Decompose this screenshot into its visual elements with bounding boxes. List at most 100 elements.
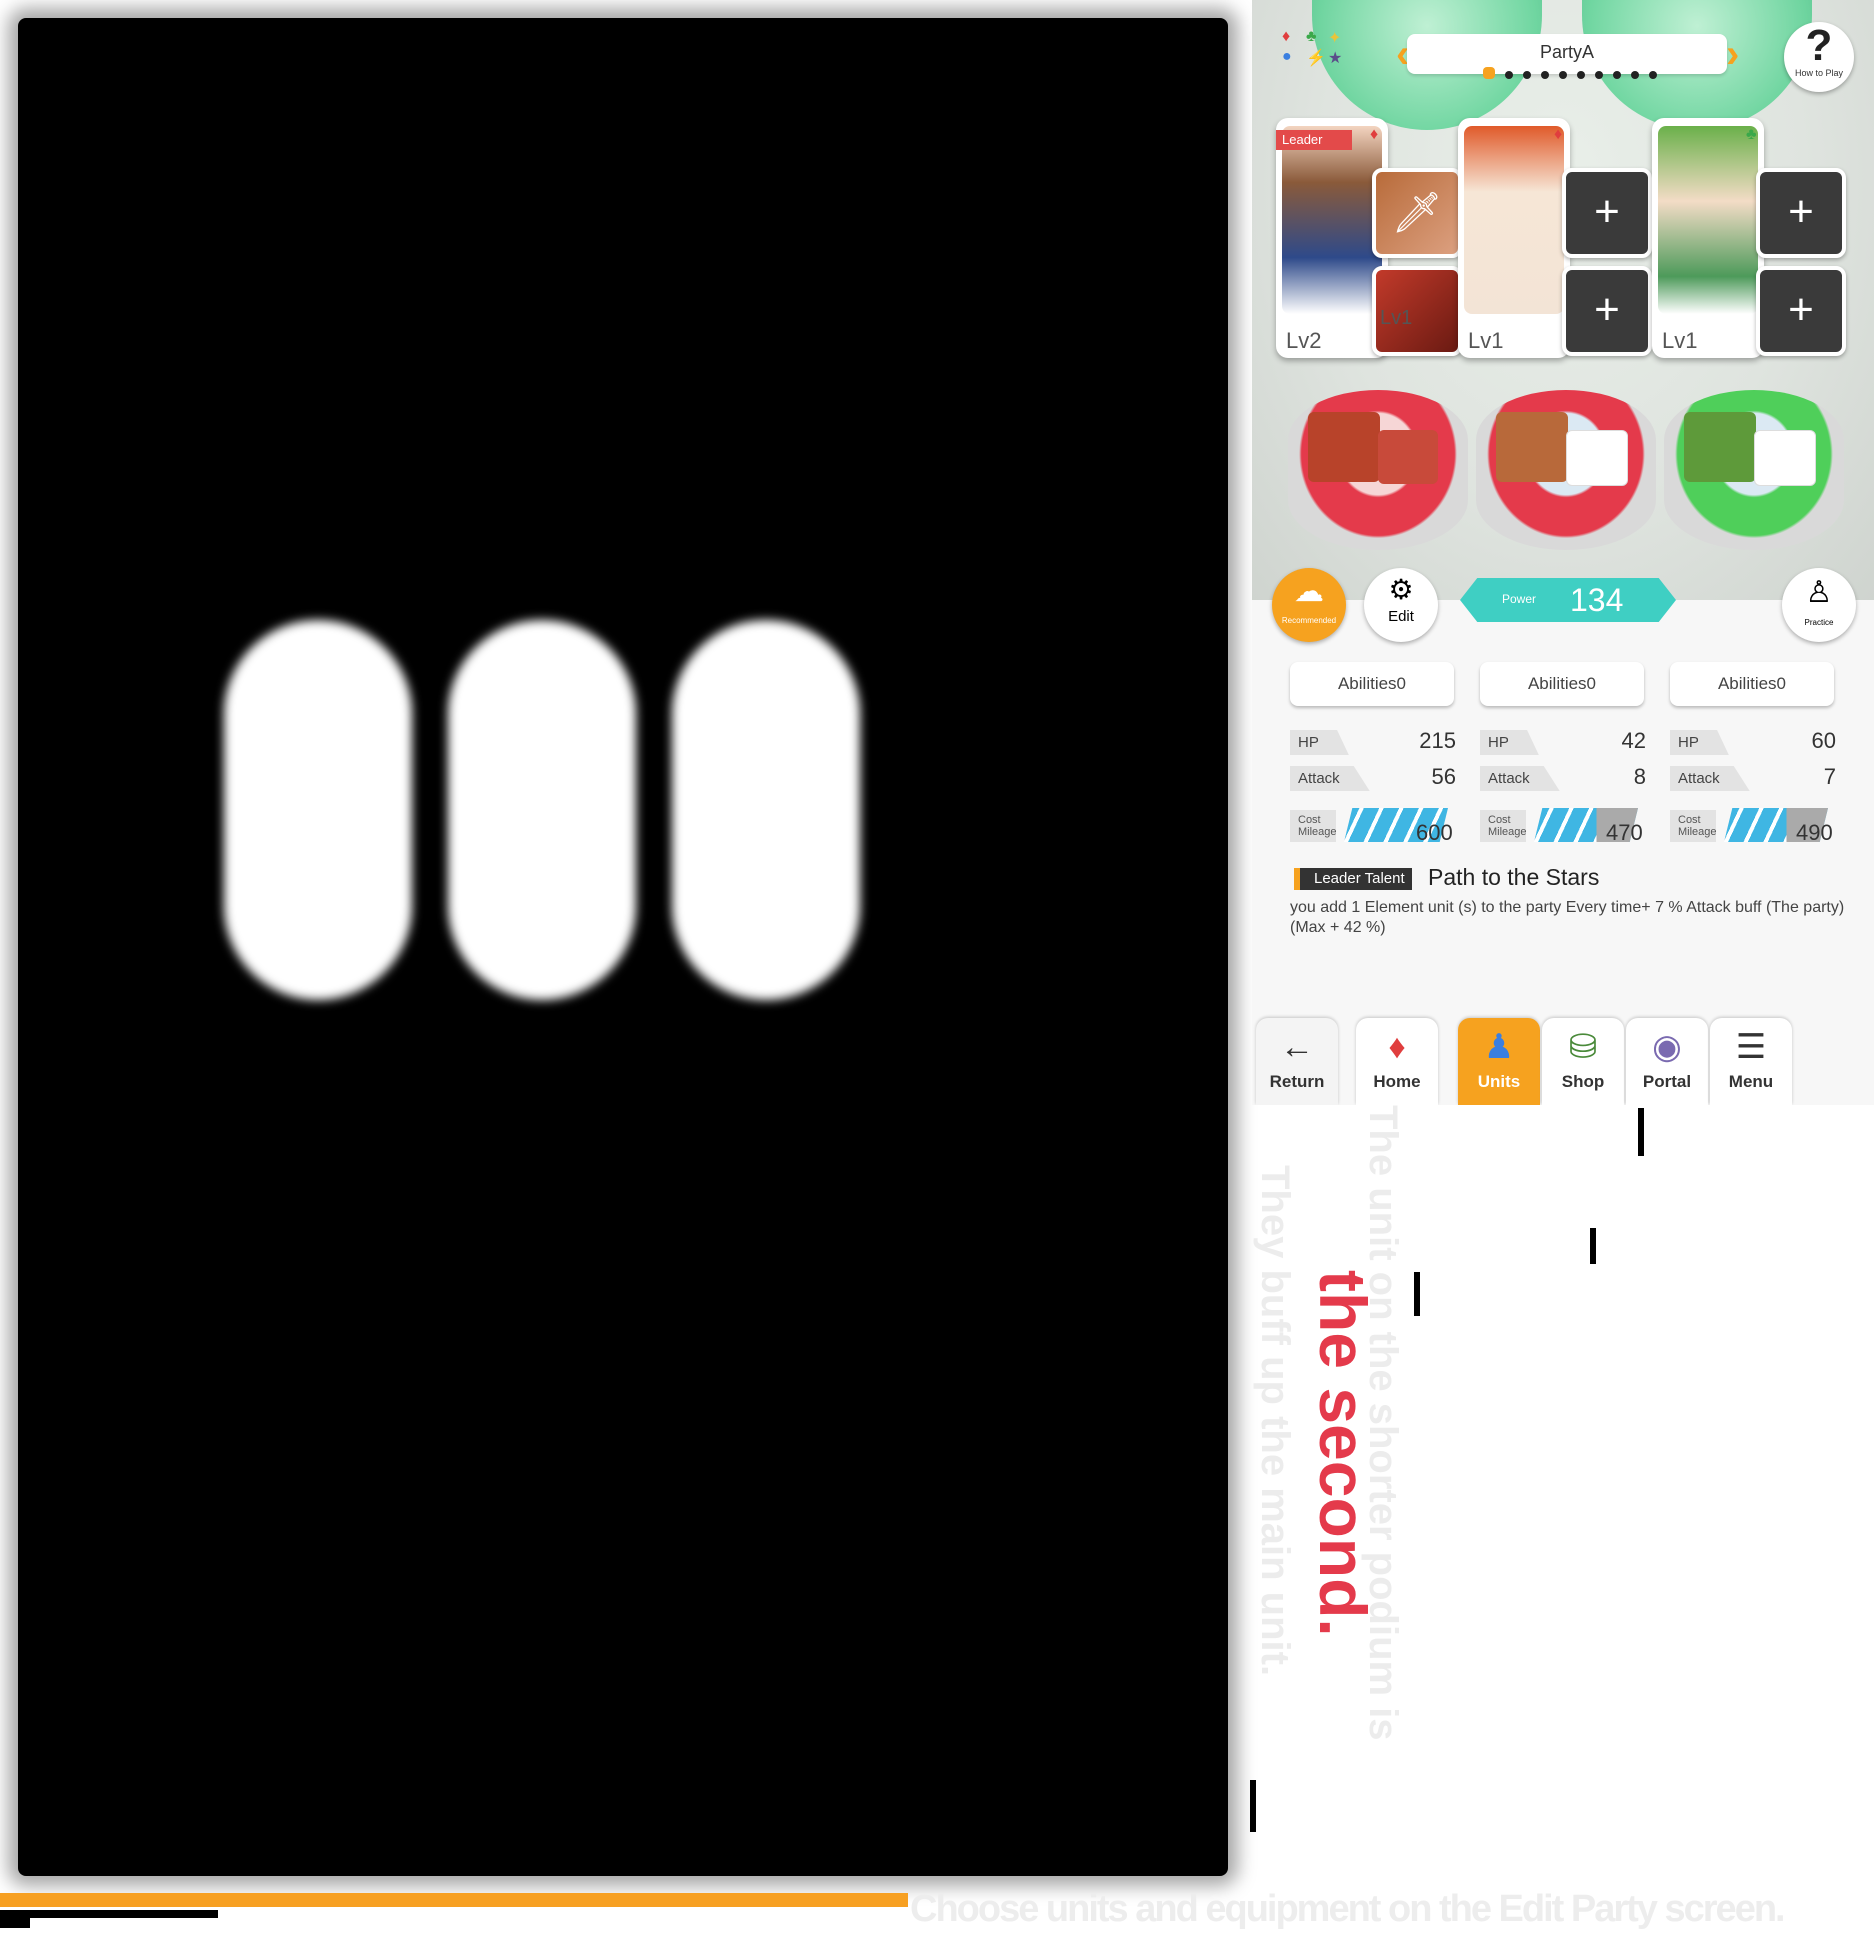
cost-value: 470 bbox=[1606, 820, 1643, 845]
add-support-unit-button[interactable]: + bbox=[1562, 266, 1652, 356]
game-screen: ♦ ♣ ✦ ● ⚡ ★ ‹ PartyA › ? How to Play Lv2… bbox=[1252, 0, 1874, 1105]
page-dot[interactable] bbox=[1613, 71, 1621, 79]
leader-talent-description: you add 1 Element unit (s) to the party … bbox=[1290, 899, 1845, 936]
page-dot[interactable] bbox=[1577, 71, 1585, 79]
leaf-element-icon: ♣ bbox=[1306, 28, 1317, 45]
power-value: 134 bbox=[1570, 582, 1624, 618]
add-equipment-button[interactable]: + bbox=[1756, 168, 1846, 258]
unit-portrait bbox=[1282, 126, 1382, 314]
video-player[interactable] bbox=[18, 18, 1228, 1876]
progress-bar-shadow bbox=[0, 1910, 218, 1918]
next-party-button[interactable]: › bbox=[1726, 34, 1739, 74]
nav-shop[interactable]: ⛁ Shop bbox=[1542, 1018, 1624, 1105]
podium-main bbox=[1684, 412, 1756, 482]
podium-2[interactable] bbox=[1476, 390, 1656, 550]
nav-label: Portal bbox=[1642, 1072, 1692, 1091]
podium-1[interactable] bbox=[1288, 390, 1468, 550]
dark-element-icon: ★ bbox=[1328, 50, 1343, 67]
bottom-navigation: ← Return ♦ Home ♟ Units ⛁ Shop ◉ Portal … bbox=[1252, 1018, 1874, 1105]
hp-label: HP bbox=[1480, 730, 1539, 755]
unit-card-3[interactable]: Lv1 bbox=[1652, 118, 1764, 358]
podium-second bbox=[1566, 430, 1628, 486]
cost-mileage-label: Cost Mileage bbox=[1670, 810, 1717, 842]
power-display: Power 134 bbox=[1460, 578, 1676, 622]
loading-pill-2 bbox=[448, 620, 636, 1000]
podium-3[interactable] bbox=[1664, 390, 1844, 550]
fire-element-icon: ♦ bbox=[1554, 126, 1563, 143]
support-unit-level: Lv1 bbox=[1380, 307, 1413, 329]
nav-label: Shop bbox=[1561, 1072, 1605, 1091]
nav-menu[interactable]: ☰ Menu bbox=[1710, 1018, 1792, 1105]
party-name: PartyA bbox=[1539, 42, 1595, 62]
loading-pill-3 bbox=[672, 620, 860, 1000]
leaf-element-icon: ♣ bbox=[1746, 126, 1757, 143]
leader-badge: Leader bbox=[1276, 130, 1352, 150]
party-page-dots bbox=[1478, 66, 1698, 80]
page-dot[interactable] bbox=[1649, 71, 1657, 79]
how-to-play-button[interactable]: ? How to Play bbox=[1784, 22, 1854, 92]
cost-mileage-label: Cost Mileage bbox=[1480, 810, 1527, 842]
nav-return[interactable]: ← Return bbox=[1256, 1018, 1338, 1105]
podium-second bbox=[1378, 430, 1438, 484]
nav-label: Home bbox=[1373, 1072, 1421, 1091]
cost-mileage-label: Cost Mileage bbox=[1290, 810, 1337, 842]
how-to-play-label: How to Play bbox=[1794, 68, 1844, 78]
cost-value: 600 bbox=[1416, 820, 1453, 845]
recommended-button[interactable]: ☁ Recommended bbox=[1272, 568, 1346, 642]
star-element-icon: ✦ bbox=[1328, 30, 1342, 47]
nav-home[interactable]: ♦ Home bbox=[1356, 1018, 1438, 1105]
power-label: Power bbox=[1502, 592, 1537, 606]
page-dot[interactable] bbox=[1595, 71, 1603, 79]
page-dot[interactable] bbox=[1505, 71, 1513, 79]
abilities-button[interactable]: Abilities0 bbox=[1480, 662, 1644, 706]
nav-label: Menu bbox=[1728, 1072, 1774, 1091]
units-icon: ♟ bbox=[1483, 1028, 1515, 1066]
attack-value: 56 bbox=[1431, 764, 1456, 789]
page-dot[interactable] bbox=[1541, 71, 1549, 79]
overlay-text-line3: They buff up the main unit. bbox=[1253, 1165, 1297, 1677]
tick-mark bbox=[1590, 1228, 1596, 1264]
add-support-unit-button[interactable]: + bbox=[1756, 266, 1846, 356]
podium-main bbox=[1308, 412, 1380, 482]
nav-label: Return bbox=[1269, 1072, 1325, 1091]
unit-card-2[interactable]: Lv1 bbox=[1458, 118, 1570, 358]
portal-icon: ◉ bbox=[1652, 1028, 1682, 1066]
attack-label: Attack bbox=[1670, 766, 1750, 791]
progress-bar-marker bbox=[0, 1916, 30, 1928]
edit-button[interactable]: ⚙ Edit bbox=[1364, 568, 1438, 642]
shop-icon: ⛁ bbox=[1568, 1028, 1598, 1066]
recommended-label: Recommended bbox=[1281, 616, 1337, 625]
equipment-slot-sword[interactable]: 🗡 bbox=[1372, 168, 1462, 258]
add-equipment-button[interactable]: + bbox=[1562, 168, 1652, 258]
tick-mark bbox=[1250, 1780, 1256, 1832]
home-icon: ♦ bbox=[1388, 1028, 1406, 1066]
hp-label: HP bbox=[1670, 730, 1729, 755]
arrow-left-icon: ← bbox=[1280, 1028, 1314, 1066]
support-unit-slot[interactable]: Lv1 bbox=[1372, 266, 1462, 356]
fire-element-icon: ♦ bbox=[1282, 28, 1291, 45]
podium-main bbox=[1496, 412, 1568, 482]
leader-talent-name: Path to the Stars bbox=[1428, 864, 1600, 890]
practice-button[interactable]: ♙ Practice bbox=[1782, 568, 1856, 642]
hp-value: 215 bbox=[1419, 728, 1456, 753]
attack-value: 8 bbox=[1633, 764, 1646, 789]
unit-level: Lv1 bbox=[1468, 328, 1504, 353]
abilities-button[interactable]: Abilities0 bbox=[1290, 662, 1454, 706]
turtle-icon: ☁ bbox=[1294, 575, 1324, 608]
element-icons[interactable]: ♦ ♣ ✦ ● ⚡ ★ bbox=[1282, 28, 1342, 78]
caption-text: Choose units and equipment on the Edit P… bbox=[910, 1888, 1786, 1930]
practice-label: Practice bbox=[1804, 618, 1834, 627]
progress-bar bbox=[0, 1893, 908, 1907]
page-dot[interactable] bbox=[1523, 71, 1531, 79]
page-dot[interactable] bbox=[1559, 71, 1567, 79]
unit-portrait bbox=[1464, 126, 1564, 314]
abilities-button[interactable]: Abilities0 bbox=[1670, 662, 1834, 706]
nav-units[interactable]: ♟ Units bbox=[1458, 1018, 1540, 1105]
unit-level: Lv1 bbox=[1662, 328, 1698, 353]
sword-icon: 🗡 bbox=[1391, 191, 1443, 235]
edit-label: Edit bbox=[1388, 608, 1414, 625]
page-dot-active[interactable] bbox=[1483, 67, 1495, 79]
nav-portal[interactable]: ◉ Portal bbox=[1626, 1018, 1708, 1105]
question-icon: ? bbox=[1805, 21, 1833, 70]
page-dot[interactable] bbox=[1631, 71, 1639, 79]
